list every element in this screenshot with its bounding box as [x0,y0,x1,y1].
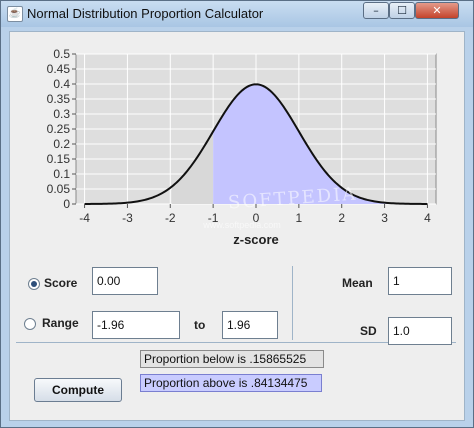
y-tick-label: 0.5 [53,47,70,61]
java-app-icon: ☕ [7,6,23,22]
y-tick-label: 0.45 [47,62,71,76]
minimize-button[interactable]: – [363,2,389,19]
score-input[interactable] [92,267,158,295]
separator-vertical [292,266,293,340]
y-tick-label: 0.3 [53,107,70,121]
maximize-button[interactable]: ☐ [389,2,415,19]
y-tick-label: 0 [63,197,70,211]
app-window: ☕ Normal Distribution Proportion Calcula… [0,0,474,428]
close-button[interactable]: ✕ [415,2,459,19]
y-tick-label: 0.05 [47,182,71,196]
x-tick-label: -3 [122,211,133,225]
range-radio[interactable] [24,318,36,330]
chart-svg: -4 -3 -2 -1 0 1 2 3 400.050.10.150.20.250.30.350… [47,47,437,247]
x-tick-label: 1 [296,211,303,225]
y-tick-label: 0.2 [53,137,70,151]
mean-label: Mean [342,276,373,290]
y-tick-label: 0.4 [53,77,70,91]
y-tick-label: 0.1 [53,167,70,181]
x-axis-label: z-score [233,232,279,247]
x-tick-label: 3 [381,211,388,225]
score-radio[interactable] [28,278,40,290]
range-to-label: to [194,318,206,332]
window-title: Normal Distribution Proportion Calculato… [27,6,264,21]
main-content: -4 -3 -2 -1 0 1 2 3 4 0 0.05 0.1 0.15 0.2 0.25 0.3 0.35 0… [9,31,465,421]
watermark-url: www.softpedia.com [202,220,281,230]
compute-button[interactable]: Compute [34,378,122,402]
x-tick-label: 2 [338,211,345,225]
y-tick-label: 0.25 [47,122,71,136]
title-bar[interactable]: ☕ Normal Distribution Proportion Calcula… [1,1,473,27]
distribution-chart: -4 -3 -2 -1 0 1 2 3 4 0 0.05 0.1 0.15 0.2 0.25 0.3 0.35 0… [10,32,464,258]
mean-input[interactable] [388,267,452,295]
y-tick-label: 0.15 [47,152,71,166]
range-from-input[interactable] [92,311,180,339]
range-label: Range [42,316,79,330]
proportion-above-text: Proportion above is .84134475 [140,374,322,392]
y-tick-label: 0.35 [47,92,71,106]
x-tick-label: -2 [165,211,176,225]
x-tick-label: -4 [79,211,90,225]
sd-input[interactable] [388,317,452,345]
sd-label: SD [360,324,377,338]
proportion-below-text: Proportion below is .15865525 [140,350,324,368]
x-tick-label: 4 [424,211,431,225]
score-label: Score [44,276,78,290]
range-to-input[interactable] [222,311,278,339]
